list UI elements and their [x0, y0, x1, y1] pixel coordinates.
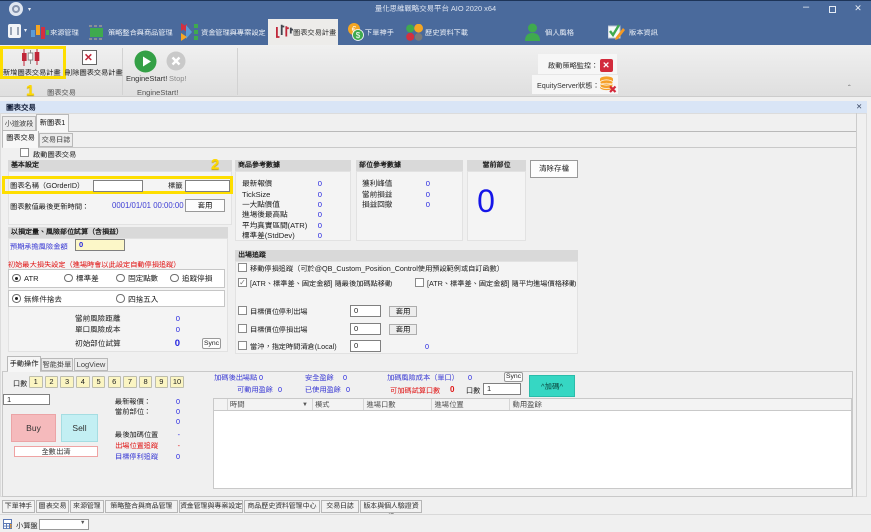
svg-text:$: $	[356, 31, 361, 40]
